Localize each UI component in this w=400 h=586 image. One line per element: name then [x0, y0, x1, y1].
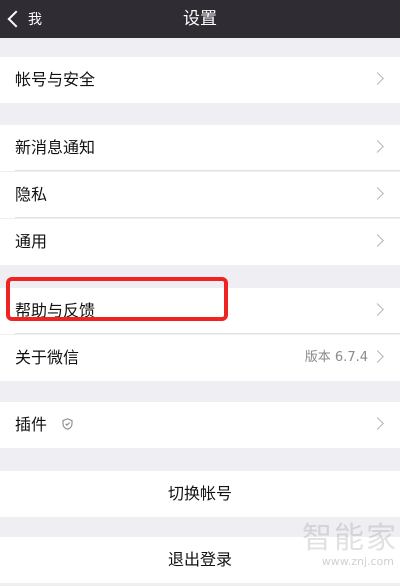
switch-account-label: 切换帐号 — [167, 484, 232, 503]
settings-item-label: 关于微信 — [15, 348, 80, 367]
version-text: 版本 6.7.4 — [304, 350, 368, 365]
settings-item-label: 新消息通知 — [15, 138, 96, 157]
chevron-right-icon — [371, 187, 384, 200]
settings-item-about-wechat[interactable]: 关于微信 版本 6.7.4 — [0, 335, 400, 381]
chevron-right-icon — [371, 303, 384, 316]
chevron-right-icon — [371, 140, 384, 153]
settings-item-general[interactable]: 通用 — [0, 219, 400, 265]
shield-plugin-icon — [62, 418, 73, 430]
settings-item-privacy[interactable]: 隐私 — [0, 172, 400, 218]
highlight-box — [6, 277, 228, 321]
settings-item-new-message-notification[interactable]: 新消息通知 — [0, 125, 400, 171]
switch-account-button[interactable]: 切换帐号 — [0, 471, 400, 517]
settings-item-label: 通用 — [15, 232, 48, 251]
chevron-right-icon — [371, 72, 384, 85]
settings-item-plugins[interactable]: 插件 — [0, 402, 400, 448]
page-title: 设置 — [183, 9, 217, 29]
chevron-right-icon — [371, 417, 384, 430]
settings-item-label: 隐私 — [15, 185, 48, 204]
watermark-text: 智能家 — [302, 521, 398, 556]
watermark: 智能家 www.znj.com — [288, 522, 398, 568]
divider — [15, 333, 400, 334]
chevron-right-icon — [371, 350, 384, 363]
navigation-bar: 我 设置 — [0, 0, 400, 38]
settings-item-account-security[interactable]: 帐号与安全 — [0, 57, 400, 103]
divider — [15, 170, 400, 171]
watermark-url: www.znj.com — [321, 555, 394, 568]
settings-item-label: 帐号与安全 — [15, 70, 96, 89]
settings-item-label: 插件 — [15, 415, 48, 434]
divider — [15, 217, 400, 218]
chevron-right-icon — [371, 234, 384, 247]
